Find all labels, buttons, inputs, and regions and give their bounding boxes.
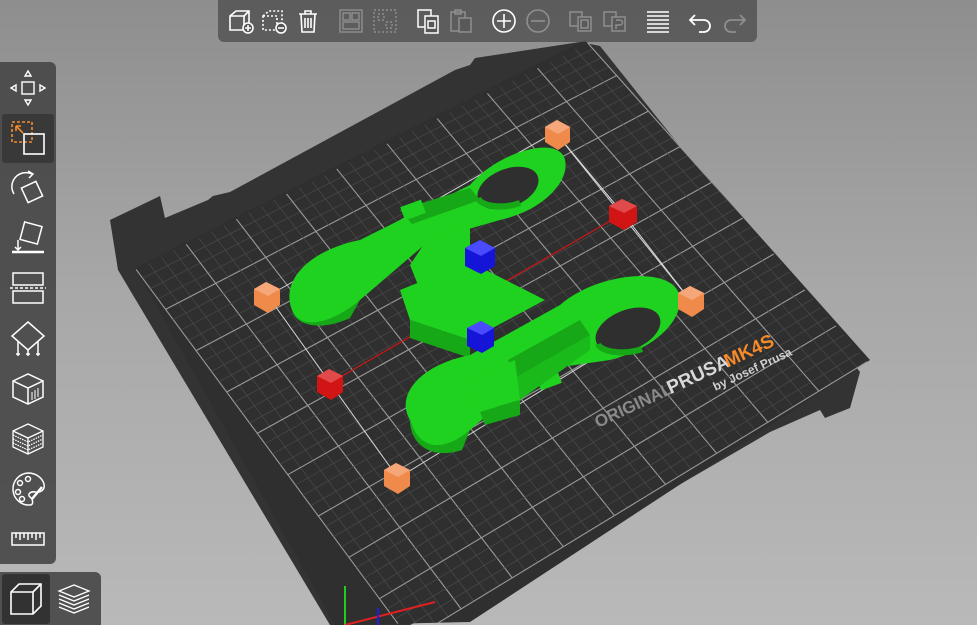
arrange-icon bbox=[339, 9, 363, 33]
split-parts-icon bbox=[602, 11, 626, 32]
undo-button[interactable] bbox=[685, 4, 717, 38]
cut-tool-button[interactable] bbox=[2, 264, 54, 313]
delete-all-icon bbox=[299, 10, 318, 33]
add-instance-button[interactable] bbox=[489, 4, 521, 38]
rotate-icon bbox=[11, 170, 44, 204]
remove-instance-button[interactable] bbox=[522, 4, 554, 38]
top-toolbar bbox=[218, 0, 757, 42]
add-object-button[interactable] bbox=[225, 4, 257, 38]
paint-supports-tool-button[interactable] bbox=[2, 314, 54, 363]
scale-tool-button[interactable] bbox=[2, 113, 54, 163]
copy-icon bbox=[416, 9, 439, 34]
split-objects-icon bbox=[569, 11, 592, 32]
remove-instance-icon bbox=[526, 9, 550, 33]
3d-view-icon bbox=[10, 582, 42, 615]
undo-icon bbox=[688, 14, 711, 33]
move-tool-button[interactable] bbox=[2, 64, 54, 113]
add-instance-icon bbox=[492, 9, 517, 33]
color-painting-icon bbox=[12, 472, 45, 506]
fuzzy-skin-icon bbox=[12, 422, 44, 455]
split-parts-button[interactable] bbox=[599, 4, 631, 38]
seam-painting-tool-button[interactable] bbox=[2, 364, 54, 413]
3d-view-button[interactable] bbox=[2, 573, 50, 624]
arrange-selection-button[interactable] bbox=[369, 4, 401, 38]
place-on-face-tool-button[interactable] bbox=[2, 214, 54, 263]
left-gizmo-toolbar bbox=[0, 62, 56, 564]
scale-icon bbox=[11, 121, 45, 155]
fuzzy-skin-tool-button[interactable] bbox=[2, 414, 54, 463]
paste-icon bbox=[450, 9, 473, 33]
layer-editing-icon bbox=[646, 11, 669, 33]
print-bed-surface bbox=[135, 40, 870, 625]
delete-object-button[interactable] bbox=[259, 4, 291, 38]
paint-supports-icon bbox=[10, 320, 46, 356]
redo-button[interactable] bbox=[718, 4, 750, 38]
add-object-icon bbox=[229, 10, 254, 34]
measure-icon bbox=[11, 532, 45, 546]
delete-object-icon bbox=[262, 10, 288, 34]
place-on-face-icon bbox=[12, 221, 44, 254]
preview-icon bbox=[57, 583, 91, 614]
rotate-tool-button[interactable] bbox=[2, 164, 54, 213]
preview-button[interactable] bbox=[50, 574, 98, 624]
layer-editing-button[interactable] bbox=[642, 4, 674, 38]
delete-all-button[interactable] bbox=[292, 4, 324, 38]
redo-icon bbox=[724, 14, 747, 33]
view-mode-toolbar bbox=[0, 572, 101, 625]
arrange-selection-icon bbox=[373, 9, 397, 33]
cut-icon bbox=[10, 272, 46, 305]
measure-tool-button[interactable] bbox=[2, 514, 54, 563]
split-objects-button[interactable] bbox=[565, 4, 597, 38]
arrange-button[interactable] bbox=[335, 4, 367, 38]
paste-button[interactable] bbox=[446, 4, 478, 38]
3d-viewport[interactable]: ORIGINAL PRUSA MK4S by Josef Prusa bbox=[0, 0, 977, 625]
seam-painting-icon bbox=[12, 372, 44, 405]
copy-button[interactable] bbox=[412, 4, 444, 38]
color-painting-tool-button[interactable] bbox=[2, 464, 54, 513]
move-icon bbox=[9, 69, 47, 107]
